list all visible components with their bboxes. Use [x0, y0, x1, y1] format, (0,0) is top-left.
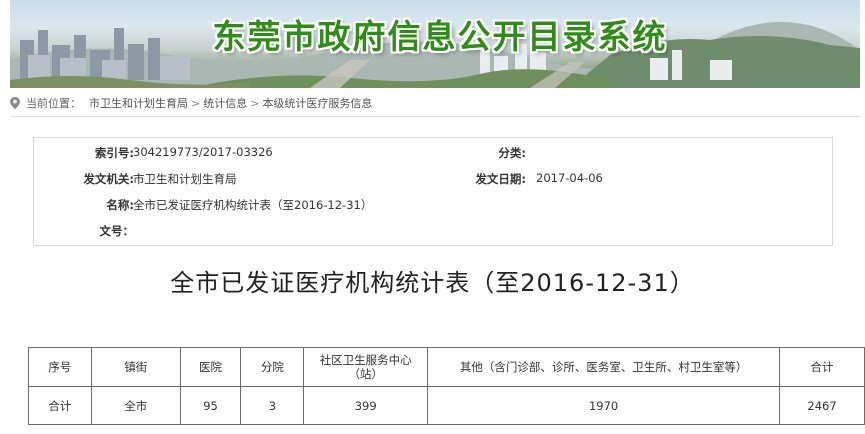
header-banner: 东莞市政府信息公开目录系统: [10, 0, 860, 88]
metadata-row-name: 名称: 全市已发证医疗机构统计表（至2016-12-31）: [34, 197, 830, 217]
header-cell-other: 其他（含门诊部、诊所、医务室、卫生所、村卫生室等）: [427, 347, 781, 387]
breadcrumb-separator: >: [250, 96, 260, 110]
header-cell-hospital: 医院: [179, 347, 242, 387]
breadcrumb-link-health-bureau[interactable]: 市卫生和计划生育局: [89, 95, 188, 111]
cell-total: 2467: [779, 386, 865, 425]
header-cell-branch: 分院: [240, 347, 305, 387]
location-pin-icon: [10, 97, 20, 109]
header-cell-community-center: 社区卫生服务中心（站）: [303, 347, 429, 387]
name-label: 名称:: [106, 198, 134, 212]
issuer-label: 发文机关:: [83, 172, 134, 186]
index-label: 索引号:: [94, 146, 134, 160]
category-label: 分类:: [498, 146, 526, 160]
document-metadata-panel: 索引号: 304219773/2017-03326 分类: 发文机关: 市卫生和…: [33, 137, 833, 246]
cell-hospital: 95: [179, 386, 242, 425]
cell-other: 1970: [427, 386, 781, 425]
divider: [10, 116, 860, 117]
cell-branch: 3: [240, 386, 305, 425]
header-cell-town: 镇街: [90, 347, 181, 387]
date-value: 2017-04-06: [536, 171, 603, 185]
docno-label: 文号：: [99, 224, 135, 238]
breadcrumb-separator: >: [191, 96, 201, 110]
table-header-row: 序号 镇街 医院 分院 社区卫生服务中心（站） 其他（含门诊部、诊所、医务室、卫…: [28, 347, 865, 387]
breadcrumb: 当前位置： 市卫生和计划生育局 > 统计信息 > 本级统计医疗服务信息: [10, 94, 372, 112]
metadata-row-index: 索引号: 304219773/2017-03326 分类:: [34, 145, 830, 165]
header-cell-total: 合计: [779, 347, 865, 387]
breadcrumb-link-medical-service-info[interactable]: 本级统计医疗服务信息: [262, 95, 372, 111]
site-title: 东莞市政府信息公开目录系统: [212, 17, 668, 56]
breadcrumb-link-statistics[interactable]: 统计信息: [203, 95, 247, 111]
document-title: 全市已发证医疗机构统计表（至2016-12-31）: [170, 269, 695, 297]
header-cell-serial: 序号: [28, 347, 92, 387]
date-label: 发文日期:: [475, 172, 526, 186]
cell-serial: 合计: [28, 386, 92, 425]
cell-community-center: 399: [303, 386, 429, 425]
metadata-row-docno: 文号：: [34, 223, 830, 243]
breadcrumb-prefix: 当前位置：: [26, 97, 81, 110]
name-value: 全市已发证医疗机构统计表（至2016-12-31）: [133, 198, 373, 212]
issuer-value: 市卫生和计划生育局: [133, 172, 237, 186]
metadata-row-issuer: 发文机关: 市卫生和计划生育局 发文日期: 2017-04-06: [34, 171, 830, 191]
cell-town: 全市: [90, 386, 181, 425]
table-row: 合计 全市 95 3 399 1970 2467: [28, 386, 865, 425]
statistics-table: 序号 镇街 医院 分院 社区卫生服务中心（站） 其他（含门诊部、诊所、医务室、卫…: [28, 347, 865, 425]
index-value: 304219773/2017-03326: [133, 145, 273, 159]
